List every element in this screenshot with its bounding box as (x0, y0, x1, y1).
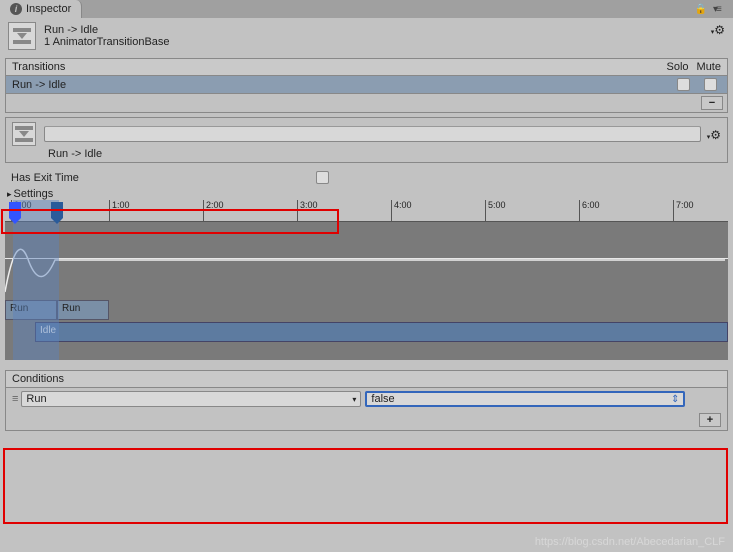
curve-area (5, 222, 728, 296)
solo-header: Solo (667, 61, 689, 73)
info-icon: i (10, 3, 22, 15)
transition-row[interactable]: Run -> Idle (6, 76, 727, 94)
gear-icon-2[interactable] (709, 127, 721, 142)
transition-subtitle: 1 AnimatorTransitionBase (44, 36, 170, 48)
transitions-header: Transitions Solo Mute (6, 59, 727, 76)
transition-name-input[interactable] (44, 126, 701, 142)
tab-bar: i Inspector (0, 0, 733, 18)
tick-2: 2:00 (206, 200, 224, 210)
playhead-end[interactable] (51, 202, 63, 218)
settings-header[interactable]: Settings (5, 188, 728, 200)
has-exit-time-row: Has Exit Time (5, 167, 728, 188)
watermark: https://blog.csdn.net/Abecedarian_CLF (535, 536, 725, 548)
tab-bar-right (695, 3, 733, 15)
tick-5: 5:00 (488, 200, 506, 210)
blend-region[interactable] (13, 200, 59, 360)
header-text: Run -> Idle 1 AnimatorTransitionBase (44, 22, 170, 48)
highlight-conditions (3, 448, 728, 524)
curve-svg (5, 222, 728, 296)
transition-title: Run -> Idle (44, 24, 170, 36)
conditions-section: Conditions ≡ Run ▾ false + (5, 370, 728, 431)
tick-3: 3:00 (300, 200, 318, 210)
inspector-tab[interactable]: i Inspector (0, 0, 82, 18)
solo-checkbox[interactable] (677, 78, 690, 91)
transitions-buttons: − (6, 94, 727, 112)
tick-4: 4:00 (394, 200, 412, 210)
transitions-header-label: Transitions (12, 61, 65, 73)
timeline-ruler[interactable]: 0:00 1:00 2:00 3:00 4:00 5:00 6:00 7:00 (5, 200, 728, 222)
transition-icon (8, 22, 36, 50)
has-exit-time-checkbox[interactable] (316, 171, 329, 184)
conditions-buttons: + (6, 410, 727, 430)
dropdown-caret-icon-2 (671, 394, 679, 405)
timeline[interactable]: 0:00 1:00 2:00 3:00 4:00 5:00 6:00 7:00 … (5, 200, 728, 360)
add-condition-button[interactable]: + (699, 413, 721, 427)
gear-icon[interactable] (713, 22, 725, 37)
inspector-header: Run -> Idle 1 AnimatorTransitionBase (0, 18, 733, 54)
drag-handle-icon[interactable]: ≡ (12, 393, 17, 405)
mute-checkbox[interactable] (704, 78, 717, 91)
condition-value-dropdown[interactable]: false (365, 391, 685, 407)
mute-header: Mute (697, 61, 721, 73)
condition-value-text: false (371, 393, 394, 405)
transition-name-section: Run -> Idle (5, 117, 728, 163)
settings-label: Settings (14, 188, 54, 200)
condition-param-value: Run (26, 393, 46, 405)
transitions-section: Transitions Solo Mute Run -> Idle − (5, 58, 728, 113)
tick-1: 1:00 (112, 200, 130, 210)
condition-param-dropdown[interactable]: Run ▾ (21, 391, 361, 407)
transition-row-label: Run -> Idle (12, 79, 66, 91)
dest-clip-row[interactable]: Idle (35, 322, 728, 342)
dropdown-caret-icon: ▾ (352, 395, 356, 404)
tick-7: 7:00 (676, 200, 694, 210)
transition-icon-small (12, 122, 36, 146)
transition-name-label: Run -> Idle (12, 146, 721, 160)
has-exit-time-label: Has Exit Time (11, 172, 306, 184)
remove-transition-button[interactable]: − (701, 96, 723, 110)
tab-title: Inspector (26, 3, 71, 15)
conditions-header: Conditions (6, 371, 727, 388)
tick-6: 6:00 (582, 200, 600, 210)
clip-run-2[interactable]: Run (57, 300, 109, 320)
panel-menu-icon[interactable] (713, 3, 727, 15)
playhead-start[interactable] (9, 202, 21, 218)
condition-row: ≡ Run ▾ false (6, 388, 727, 410)
lock-icon[interactable] (695, 3, 707, 15)
collapse-icon (7, 188, 12, 200)
